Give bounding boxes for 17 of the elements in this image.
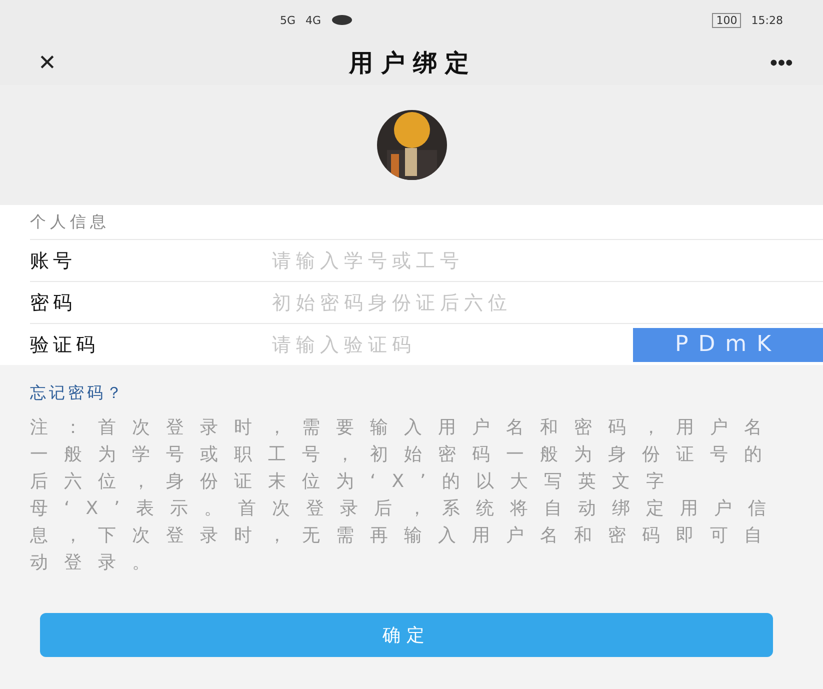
field-label: 验证码 xyxy=(30,332,100,358)
window-title: 用户绑定 xyxy=(348,48,477,78)
more-button[interactable]: ••• xyxy=(770,50,793,76)
field-label: 账号 xyxy=(30,248,77,274)
network-label: 4G xyxy=(306,14,322,26)
battery-label: 100 xyxy=(712,12,742,28)
status-time: 15:28 xyxy=(751,14,783,26)
input-field[interactable]: 初始密码身份证后六位 xyxy=(270,286,823,320)
forgot-password-link[interactable]: 忘记密码？ xyxy=(30,383,125,404)
input-field[interactable]: 请输入验证码 xyxy=(270,328,633,362)
close-button[interactable]: ✕ xyxy=(38,50,56,76)
input-field[interactable]: 请输入学号或工号 xyxy=(270,244,823,278)
network-label: 5G xyxy=(280,14,296,26)
section-title: 个人信息 xyxy=(30,210,111,232)
chat-icon xyxy=(331,14,354,26)
field-label: 密码 xyxy=(30,290,77,316)
note-text: 注：首次登录时，需要输入用户名和密码，用户名一般为学号或职工号，初始密码一般为身份证号的后六位，身份证末位为‘X’的以大写英文字母‘X’表示。首次登录后，系统将自动绑定用户信息，下次登录时，无需再输入用户名和密码即可自动登录。 xyxy=(30,416,783,575)
